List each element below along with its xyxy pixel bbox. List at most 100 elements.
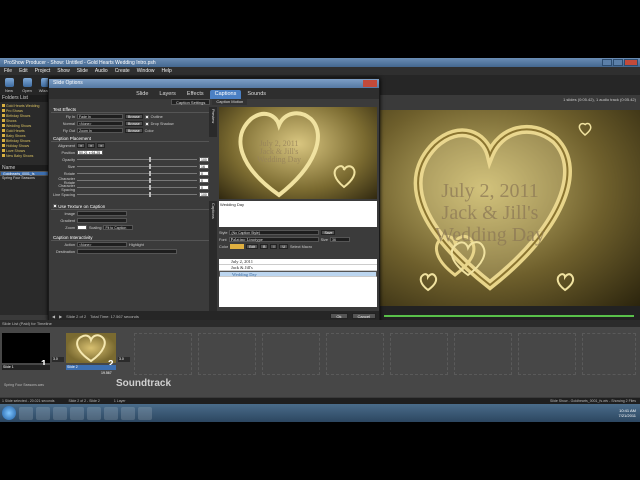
action-select[interactable]: <None>	[77, 242, 127, 247]
app-icon[interactable]	[87, 406, 101, 420]
size-field[interactable]: 16	[199, 164, 209, 169]
caption-text-input[interactable]: Wedding Day	[219, 201, 377, 227]
screen: ProShow Producer - Show: Untitled - Gold…	[0, 0, 640, 480]
char-spacing-slider[interactable]	[77, 185, 197, 190]
texture-image-field[interactable]	[77, 211, 127, 216]
next-slide-icon[interactable]: ▶	[59, 314, 62, 319]
menu-window[interactable]: Window	[137, 68, 155, 74]
italic-button[interactable]: I	[270, 244, 278, 249]
color-swatch[interactable]	[230, 244, 245, 249]
folder-item[interactable]: New Baby Shows	[2, 154, 47, 159]
ok-button[interactable]: Ok	[330, 313, 348, 319]
close-button[interactable]	[624, 59, 638, 66]
normal-browse-button[interactable]: Browse	[125, 121, 143, 126]
opacity-field[interactable]: 100	[199, 157, 209, 162]
menu-create[interactable]: Create	[115, 68, 130, 74]
new-button[interactable]: New	[2, 77, 16, 93]
char-rotate-field[interactable]: 0	[199, 178, 209, 183]
menu-slide[interactable]: Slide	[77, 68, 88, 74]
destination-field[interactable]	[77, 249, 177, 254]
line-spacing-slider[interactable]	[77, 192, 197, 197]
menu-project[interactable]: Project	[35, 68, 51, 74]
folders-header: Folders List	[0, 95, 49, 102]
texture-gradient-field[interactable]	[77, 218, 127, 223]
menu-help[interactable]: Help	[162, 68, 172, 74]
captions-side-tab[interactable]: Captions	[209, 201, 217, 311]
tab-sounds[interactable]: Sounds	[242, 90, 271, 99]
font-size-select[interactable]: 36	[330, 237, 350, 242]
rotate-slider[interactable]	[77, 171, 197, 176]
empty-slide-slot[interactable]	[134, 333, 192, 375]
preview-caption: July 2, 2011 Jack & Jill's Wedding Day	[434, 180, 546, 246]
align-center-button[interactable]: ≡	[87, 143, 96, 148]
empty-slide-slot[interactable]	[518, 333, 576, 375]
tab-captions[interactable]: Captions	[209, 90, 242, 99]
menu-audio[interactable]: Audio	[95, 68, 108, 74]
interactivity-section: Caption Interactivity Action <None> Highli…	[51, 235, 209, 255]
subtab-caption-settings[interactable]: Caption Settings	[171, 99, 211, 105]
bold-button[interactable]: B	[260, 244, 269, 249]
drop-shadow-checkbox[interactable]	[144, 121, 149, 126]
list-item[interactable]: Wedding Day	[219, 271, 377, 277]
outline-checkbox[interactable]	[144, 114, 149, 119]
maximize-button[interactable]	[613, 59, 623, 66]
opacity-slider[interactable]	[77, 157, 197, 162]
empty-slide-slot[interactable]	[390, 333, 448, 375]
fly-out-select[interactable]: Zoom In	[77, 128, 123, 133]
fly-out-browse-button[interactable]: Browse	[125, 128, 143, 133]
normal-select[interactable]: <None>	[77, 121, 123, 126]
sound-file[interactable]: Spring Four Seasons.wav	[4, 383, 44, 387]
caption-style-select[interactable]: (No Caption Style)	[229, 230, 320, 235]
underline-button[interactable]: U	[279, 244, 288, 249]
tab-slide[interactable]: Slide	[131, 90, 153, 99]
clock[interactable]: 10:41 AM 7/21/2011	[619, 408, 637, 418]
media-player-icon[interactable]	[36, 406, 50, 420]
app-icon[interactable]	[104, 406, 118, 420]
dialog-close-button[interactable]	[363, 80, 377, 87]
empty-slide-slot[interactable]	[326, 333, 384, 375]
tab-effects[interactable]: Effects	[182, 90, 209, 99]
menu-show[interactable]: Show	[57, 68, 70, 74]
empty-slide-slot[interactable]	[262, 333, 320, 375]
line-spacing-field[interactable]: 100	[199, 192, 209, 197]
empty-slide-slot[interactable]	[454, 333, 512, 375]
char-rotate-slider[interactable]	[77, 178, 197, 183]
tab-layers[interactable]: Layers	[154, 90, 181, 99]
preview-side-tab[interactable]: Preview	[209, 107, 217, 137]
prev-slide-icon[interactable]: ◀	[52, 314, 55, 319]
menu-edit[interactable]: Edit	[19, 68, 28, 74]
empty-slide-slot[interactable]	[582, 333, 636, 375]
rotate-field[interactable]: 0	[199, 171, 209, 176]
folder-tree: Gold Hearts Wedding Pro Shows Birthday S…	[0, 102, 49, 161]
cancel-button[interactable]: Cancel	[351, 313, 376, 319]
menu-file[interactable]: File	[4, 68, 12, 74]
position-field[interactable]: 50.21 x 64.25	[77, 150, 103, 155]
align-right-button[interactable]: ≡	[97, 143, 106, 148]
subtab-caption-motion[interactable]: Caption Motion	[212, 99, 248, 105]
save-style-button[interactable]: Save	[321, 230, 336, 235]
explorer-icon[interactable]	[19, 406, 33, 420]
select-macro-link[interactable]: Select Macro	[290, 245, 312, 249]
start-button[interactable]	[2, 406, 16, 420]
align-left-button[interactable]: ≡	[77, 143, 86, 148]
edit-color-button[interactable]: Edit	[246, 244, 259, 249]
playback-progress[interactable]	[384, 315, 634, 317]
fly-in-browse-button[interactable]: Browse	[125, 114, 143, 119]
font-select[interactable]: Palatino Linotype	[228, 237, 319, 242]
size-slider[interactable]	[77, 164, 197, 169]
ie-icon[interactable]	[53, 406, 67, 420]
char-spacing-field[interactable]: 0	[199, 185, 209, 190]
folder-icon[interactable]	[121, 406, 135, 420]
minimize-button[interactable]	[602, 59, 612, 66]
firefox-icon[interactable]	[70, 406, 84, 420]
file-item[interactable]: Spring Four Seasons	[0, 176, 49, 181]
scaling-select[interactable]: Fit to Caption	[103, 225, 134, 230]
open-button[interactable]: Open	[20, 77, 34, 93]
use-texture-checkbox[interactable]	[53, 204, 57, 208]
captions-list: July 2, 2011 Jack & Jill's Wedding Day	[219, 259, 377, 307]
texture-zoom-field[interactable]	[77, 225, 87, 230]
fly-in-select[interactable]: Fade In	[77, 114, 123, 119]
app-icon[interactable]	[138, 406, 152, 420]
empty-slide-slot[interactable]	[198, 333, 256, 375]
folders-panel: Folders List Gold Hearts Wedding Pro Sho…	[0, 95, 50, 315]
